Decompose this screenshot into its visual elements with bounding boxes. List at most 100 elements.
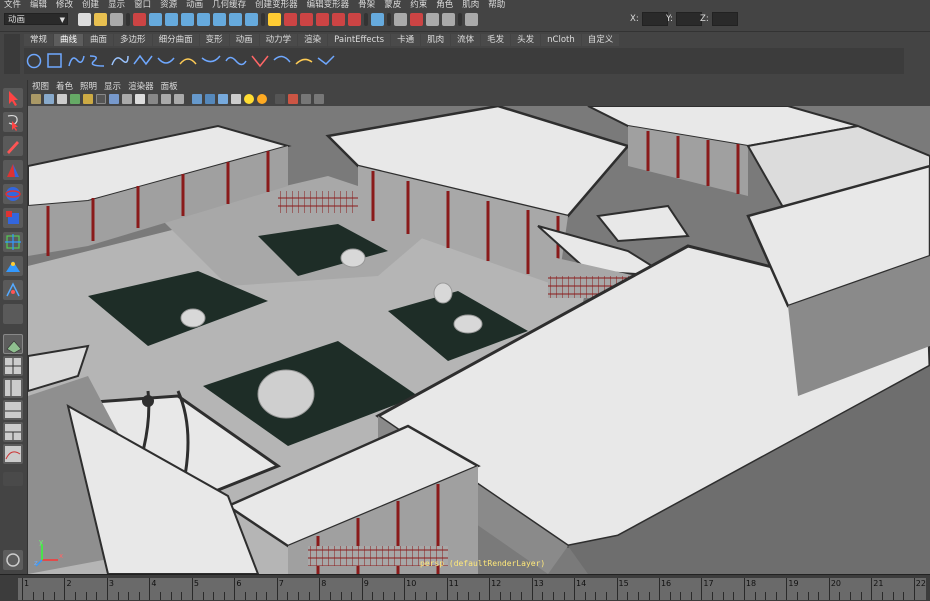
layout-more-icon[interactable]	[3, 472, 23, 486]
status-line-tool-icon[interactable]	[245, 13, 258, 26]
gate-mask-icon[interactable]	[135, 93, 145, 104]
status-line-tool-icon[interactable]	[371, 13, 384, 26]
shelf-tab[interactable]: 变形	[199, 34, 229, 46]
shelf-tab[interactable]: 自定义	[581, 34, 620, 46]
rotate-tool-icon[interactable]	[3, 184, 23, 204]
grease-pencil-icon[interactable]	[83, 93, 93, 104]
field-chart-icon[interactable]	[148, 93, 158, 104]
menu-item[interactable]: 几何缓存	[212, 0, 246, 10]
shelf-tab[interactable]: 常规	[24, 34, 54, 46]
z-field[interactable]: Z:	[700, 12, 738, 26]
status-line-tool-icon[interactable]	[78, 13, 91, 26]
shelf-tab[interactable]: nCloth	[541, 34, 581, 46]
universal-manipulator-icon[interactable]	[3, 232, 23, 252]
shelf-tab[interactable]: 动力学	[259, 34, 298, 46]
grid-toggle-icon[interactable]	[96, 93, 106, 104]
x-field[interactable]: X:	[630, 12, 668, 26]
status-line-tool-icon[interactable]	[94, 13, 107, 26]
panel-menu-item[interactable]: 视图	[32, 80, 49, 92]
wireframe-icon[interactable]	[192, 93, 202, 104]
smooth-shade-icon[interactable]	[205, 93, 215, 104]
menu-item[interactable]: 窗口	[134, 0, 151, 10]
shelf-tab[interactable]: 动画	[229, 34, 259, 46]
perspective-viewport[interactable]: persp (defaultRenderLayer) x y z	[28, 106, 930, 574]
backface-culling-icon[interactable]	[314, 93, 324, 104]
shelf-tab[interactable]: 细分曲面	[152, 34, 199, 46]
status-line-tool-icon[interactable]	[126, 13, 130, 26]
menu-item[interactable]: 修改	[56, 0, 73, 10]
menu-item[interactable]: 创建变形器	[255, 0, 298, 10]
menu-item[interactable]: 骨架	[358, 0, 375, 10]
xray-icon[interactable]	[288, 93, 298, 104]
panel-menu-item[interactable]: 渲染器	[128, 80, 154, 92]
status-line-tool-icon[interactable]	[348, 13, 361, 26]
status-line-tool-icon[interactable]	[332, 13, 345, 26]
menu-item[interactable]: 帮助	[488, 0, 505, 10]
menu-item[interactable]: 角色	[436, 0, 453, 10]
panel-menu-item[interactable]: 显示	[104, 80, 121, 92]
status-line-tool-icon[interactable]	[229, 13, 242, 26]
menu-item[interactable]: 编辑变形器	[307, 0, 350, 10]
safe-action-icon[interactable]	[161, 93, 171, 104]
move-tool-icon[interactable]	[3, 160, 23, 180]
menu-item[interactable]: 编辑	[30, 0, 47, 10]
select-tool-icon[interactable]	[3, 88, 23, 108]
persp-outliner-layout-icon[interactable]	[3, 378, 23, 398]
menu-item[interactable]: 蒙皮	[384, 0, 401, 10]
use-all-lights-icon[interactable]	[244, 93, 254, 104]
shelf-tab[interactable]: 头发	[511, 34, 541, 46]
status-line-tool-icon[interactable]	[213, 13, 226, 26]
status-line-tool-icon[interactable]	[458, 13, 462, 26]
menu-item[interactable]: 资源	[160, 0, 177, 10]
last-tool-icon[interactable]	[3, 304, 23, 324]
persp-graph-layout-icon[interactable]	[3, 400, 23, 420]
status-line-tool-icon[interactable]	[110, 13, 123, 26]
status-line-tool-icon[interactable]	[394, 13, 407, 26]
shelf-tab[interactable]: 卡通	[391, 34, 421, 46]
status-line-tool-icon[interactable]	[181, 13, 194, 26]
menu-item[interactable]: 显示	[108, 0, 125, 10]
status-line-tool-icon[interactable]	[149, 13, 162, 26]
status-line-tool-icon[interactable]	[465, 13, 478, 26]
shelf-menu-handle[interactable]	[4, 34, 20, 74]
curve-tools-icons[interactable]	[24, 50, 354, 72]
menu-item[interactable]: 肌肉	[462, 0, 479, 10]
status-line-tool-icon[interactable]	[364, 13, 368, 26]
panel-menu-item[interactable]: 着色	[56, 80, 73, 92]
status-line-tool-icon[interactable]	[133, 13, 146, 26]
shelf-tab[interactable]: 毛发	[481, 34, 511, 46]
status-line-tool-icon[interactable]	[261, 13, 265, 26]
xray-joints-icon[interactable]	[301, 93, 311, 104]
camera-attributes-icon[interactable]	[31, 93, 41, 104]
show-manipulator-icon[interactable]	[3, 280, 23, 300]
lasso-tool-icon[interactable]	[3, 112, 23, 132]
resolution-gate-icon[interactable]	[122, 93, 132, 104]
textured-icon[interactable]	[231, 93, 241, 104]
status-line-tool-icon[interactable]	[284, 13, 297, 26]
two-d-pan-zoom-icon[interactable]	[70, 93, 80, 104]
menu-item[interactable]: 约束	[410, 0, 427, 10]
isolate-select-icon[interactable]	[275, 93, 285, 104]
shelf-tab[interactable]: 曲线	[54, 34, 84, 46]
image-plane-icon[interactable]	[57, 93, 67, 104]
status-line-tool-icon[interactable]	[426, 13, 439, 26]
safe-title-icon[interactable]	[174, 93, 184, 104]
time-slider-track[interactable]: 1 2 3 4 5 6 7 8 9 10 11 12 13 14 15 16 17 18 19 20 21 22	[18, 578, 926, 600]
soft-modification-icon[interactable]	[3, 256, 23, 276]
status-line-tool-icon[interactable]	[197, 13, 210, 26]
wireframe-on-shaded-icon[interactable]	[218, 93, 228, 104]
single-perspective-layout-icon[interactable]	[3, 334, 23, 354]
shelf-tab[interactable]: 渲染	[298, 34, 328, 46]
time-slider[interactable]: 1 2 3 4 5 6 7 8 9 10 11 12 13 14 15 16 17 18 19 20 21 22	[0, 574, 930, 601]
paint-select-icon[interactable]	[3, 136, 23, 156]
bookmark-icon[interactable]	[44, 93, 54, 104]
menu-item[interactable]: 动画	[186, 0, 203, 10]
panel-menu-item[interactable]: 面板	[161, 80, 178, 92]
shelf-tab[interactable]: 肌肉	[421, 34, 451, 46]
status-line-tool-icon[interactable]	[442, 13, 455, 26]
film-gate-icon[interactable]	[109, 93, 119, 104]
mode-selector[interactable]: 动画 ▼	[4, 13, 68, 25]
status-line-tool-icon[interactable]	[387, 13, 391, 26]
menu-item[interactable]: 文件	[4, 0, 21, 10]
scale-tool-icon[interactable]	[3, 208, 23, 228]
